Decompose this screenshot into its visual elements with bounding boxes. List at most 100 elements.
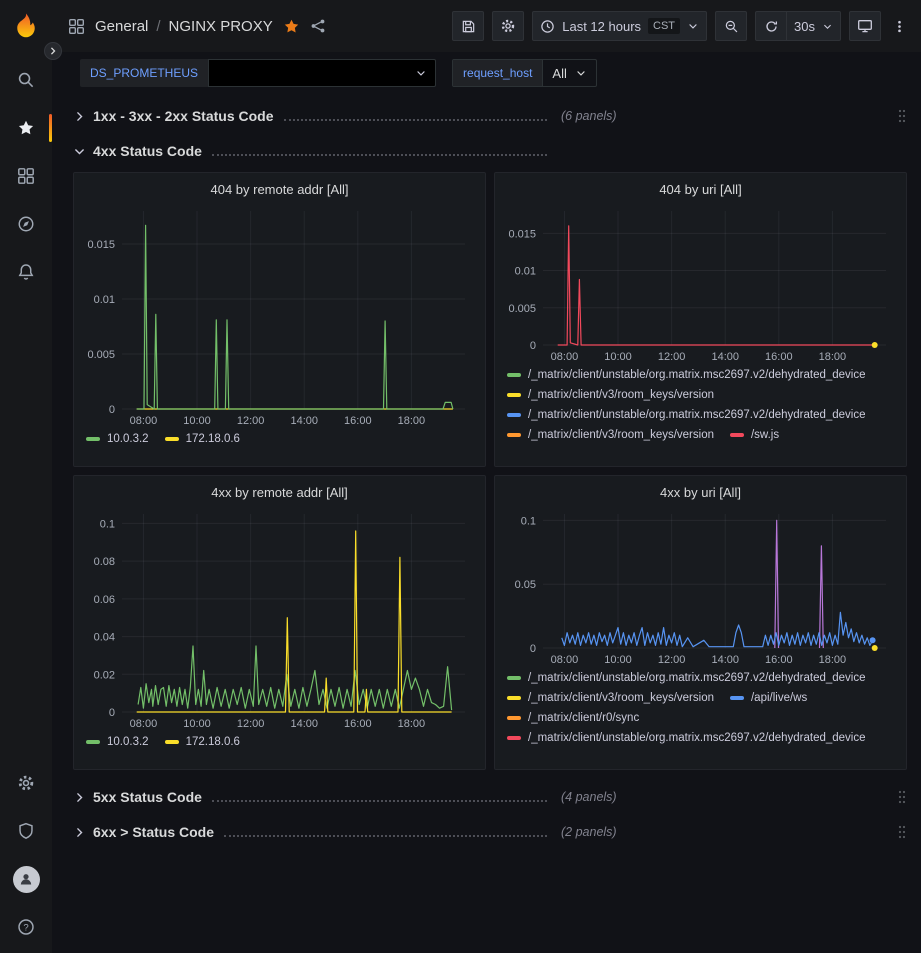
x-tick-label: 10:00	[604, 351, 632, 363]
kebab-menu-icon[interactable]	[889, 11, 909, 41]
panel-title[interactable]: 4xx by uri [All]	[503, 482, 898, 506]
legend-item[interactable]: 10.0.3.2	[86, 429, 149, 449]
legend-item[interactable]: /api/live/ws	[730, 688, 807, 708]
share-icon[interactable]	[310, 18, 326, 34]
panel-title[interactable]: 404 by uri [All]	[503, 179, 898, 203]
x-tick-label: 16:00	[344, 718, 372, 730]
sidebar-item-help[interactable]: ?	[0, 905, 52, 949]
drag-handle-icon[interactable]	[897, 789, 907, 805]
bell-icon	[17, 263, 35, 281]
x-tick-label: 18:00	[819, 654, 847, 666]
var-datasource-select[interactable]	[208, 59, 436, 87]
zoom-out-button[interactable]	[715, 11, 747, 41]
var-request-host-select[interactable]: All	[543, 60, 595, 86]
gear-icon	[500, 18, 516, 34]
expand-sidebar-button[interactable]	[44, 42, 62, 60]
legend-label: /_matrix/client/unstable/org.matrix.msc2…	[528, 728, 866, 748]
x-tick-label: 12:00	[237, 718, 265, 730]
sidebar-item-starred[interactable]	[0, 106, 52, 150]
row-dots	[224, 828, 547, 837]
y-tick-label: 0	[530, 340, 536, 352]
refresh-button[interactable]	[755, 11, 787, 41]
dashboard-row-6xx[interactable]: 6xx > Status Code (2 panels)	[73, 818, 907, 846]
sidebar-item-explore[interactable]	[0, 202, 52, 246]
favorite-star-icon[interactable]	[283, 18, 300, 35]
refresh-interval-dropdown[interactable]: 30s	[787, 11, 841, 41]
drag-handle-icon[interactable]	[897, 108, 907, 124]
y-tick-label: 0.1	[521, 515, 536, 527]
legend-swatch	[86, 740, 100, 744]
legend-row: /_matrix/client/unstable/org.matrix.msc2…	[503, 668, 898, 688]
chart-plot[interactable]: 08:0010:0012:0014:0016:0018:0000.0050.01…	[82, 203, 477, 429]
time-range-picker[interactable]: Last 12 hours CST	[532, 11, 707, 41]
chart-svg[interactable]: 08:0010:0012:0014:0016:0018:0000.020.040…	[82, 506, 477, 732]
panel-404-by-remote-addr: 404 by remote addr [All] 08:0010:0012:00…	[73, 172, 486, 467]
sidebar-item-configuration[interactable]	[0, 761, 52, 805]
legend-item[interactable]: /_matrix/client/r0/sync	[507, 708, 639, 728]
breadcrumb-section[interactable]: General	[95, 18, 148, 35]
series-endpoint-dot	[870, 637, 876, 643]
dashboard-row-5xx[interactable]: 5xx Status Code (4 panels)	[73, 783, 907, 811]
chart-svg[interactable]: 08:0010:0012:0014:0016:0018:0000.050.1	[503, 506, 898, 668]
series-endpoint-dot	[872, 342, 878, 348]
refresh-interval-label: 30s	[794, 19, 815, 34]
apps-icon[interactable]	[68, 18, 85, 35]
legend-label: /_matrix/client/v3/room_keys/version	[528, 688, 714, 708]
legend-item[interactable]: /_matrix/client/unstable/org.matrix.msc2…	[507, 405, 866, 425]
legend-item[interactable]: 172.18.0.6	[165, 429, 240, 449]
panel-title[interactable]: 404 by remote addr [All]	[82, 179, 477, 203]
x-tick-label: 12:00	[237, 415, 265, 427]
grafana-logo[interactable]	[0, 0, 52, 52]
legend-label: 172.18.0.6	[186, 732, 240, 752]
cycle-view-mode-button[interactable]	[849, 11, 881, 41]
x-tick-label: 18:00	[819, 351, 847, 363]
breadcrumb-dashboard-title[interactable]: NGINX PROXY	[169, 18, 273, 35]
legend-item[interactable]: /_matrix/client/unstable/org.matrix.msc2…	[507, 668, 866, 688]
legend-swatch	[507, 373, 521, 377]
legend-item[interactable]: /_matrix/client/v3/room_keys/version	[507, 385, 714, 405]
save-dashboard-button[interactable]	[452, 11, 484, 41]
chevron-down-icon	[687, 20, 699, 32]
chart-plot[interactable]: 08:0010:0012:0014:0016:0018:0000.020.040…	[82, 506, 477, 732]
x-tick-label: 14:00	[290, 415, 318, 427]
sidebar-item-alerting[interactable]	[0, 250, 52, 294]
dashboard-row-1xx-3xx-2xx[interactable]: 1xx - 3xx - 2xx Status Code (6 panels)	[73, 102, 907, 130]
chart-plot[interactable]: 08:0010:0012:0014:0016:0018:0000.0050.01…	[503, 203, 898, 365]
legend-row: /_matrix/client/unstable/org.matrix.msc2…	[503, 365, 898, 385]
breadcrumb-separator: /	[156, 18, 160, 35]
x-tick-label: 14:00	[711, 351, 739, 363]
chart-svg[interactable]: 08:0010:0012:0014:0016:0018:0000.0050.01…	[503, 203, 898, 365]
sidebar-item-server-admin[interactable]	[0, 809, 52, 853]
y-tick-label: 0.08	[94, 556, 115, 568]
chart-svg[interactable]: 08:0010:0012:0014:0016:0018:0000.0050.01…	[82, 203, 477, 429]
row-panel-count: (4 panels)	[561, 790, 617, 804]
sidebar-item-profile[interactable]	[0, 857, 52, 901]
compass-icon	[17, 215, 35, 233]
svg-text:?: ?	[23, 922, 28, 933]
legend-item[interactable]: /_matrix/client/v3/room_keys/version	[507, 688, 714, 708]
dashboard-row-4xx[interactable]: 4xx Status Code	[73, 137, 907, 165]
legend-item[interactable]: /sw.js	[730, 425, 779, 445]
panel-legend: 10.0.3.2 172.18.0.6	[82, 429, 477, 449]
x-tick-label: 18:00	[398, 415, 426, 427]
row-dots	[212, 793, 547, 802]
legend-item[interactable]: /_matrix/client/v3/room_keys/version	[507, 425, 714, 445]
legend-item[interactable]: 10.0.3.2	[86, 732, 149, 752]
legend-label: 172.18.0.6	[186, 429, 240, 449]
x-tick-label: 18:00	[398, 718, 426, 730]
legend-item[interactable]: /_matrix/client/unstable/org.matrix.msc2…	[507, 365, 866, 385]
x-tick-label: 16:00	[344, 415, 372, 427]
y-tick-label: 0	[530, 643, 536, 655]
dashboard-settings-button[interactable]	[492, 11, 524, 41]
legend-item[interactable]: /_matrix/client/unstable/org.matrix.msc2…	[507, 728, 866, 748]
monitor-icon	[857, 18, 873, 34]
chart-plot[interactable]: 08:0010:0012:0014:0016:0018:0000.050.1	[503, 506, 898, 668]
drag-handle-icon[interactable]	[897, 824, 907, 840]
sidebar-item-dashboards[interactable]	[0, 154, 52, 198]
legend-row: 10.0.3.2 172.18.0.6	[82, 429, 477, 449]
sidebar-item-search[interactable]	[0, 58, 52, 102]
panel-title[interactable]: 4xx by remote addr [All]	[82, 482, 477, 506]
legend-item[interactable]: 172.18.0.6	[165, 732, 240, 752]
panel-4xx-by-uri: 4xx by uri [All] 08:0010:0012:0014:0016:…	[494, 475, 907, 770]
row-title: 1xx - 3xx - 2xx Status Code	[93, 108, 274, 124]
